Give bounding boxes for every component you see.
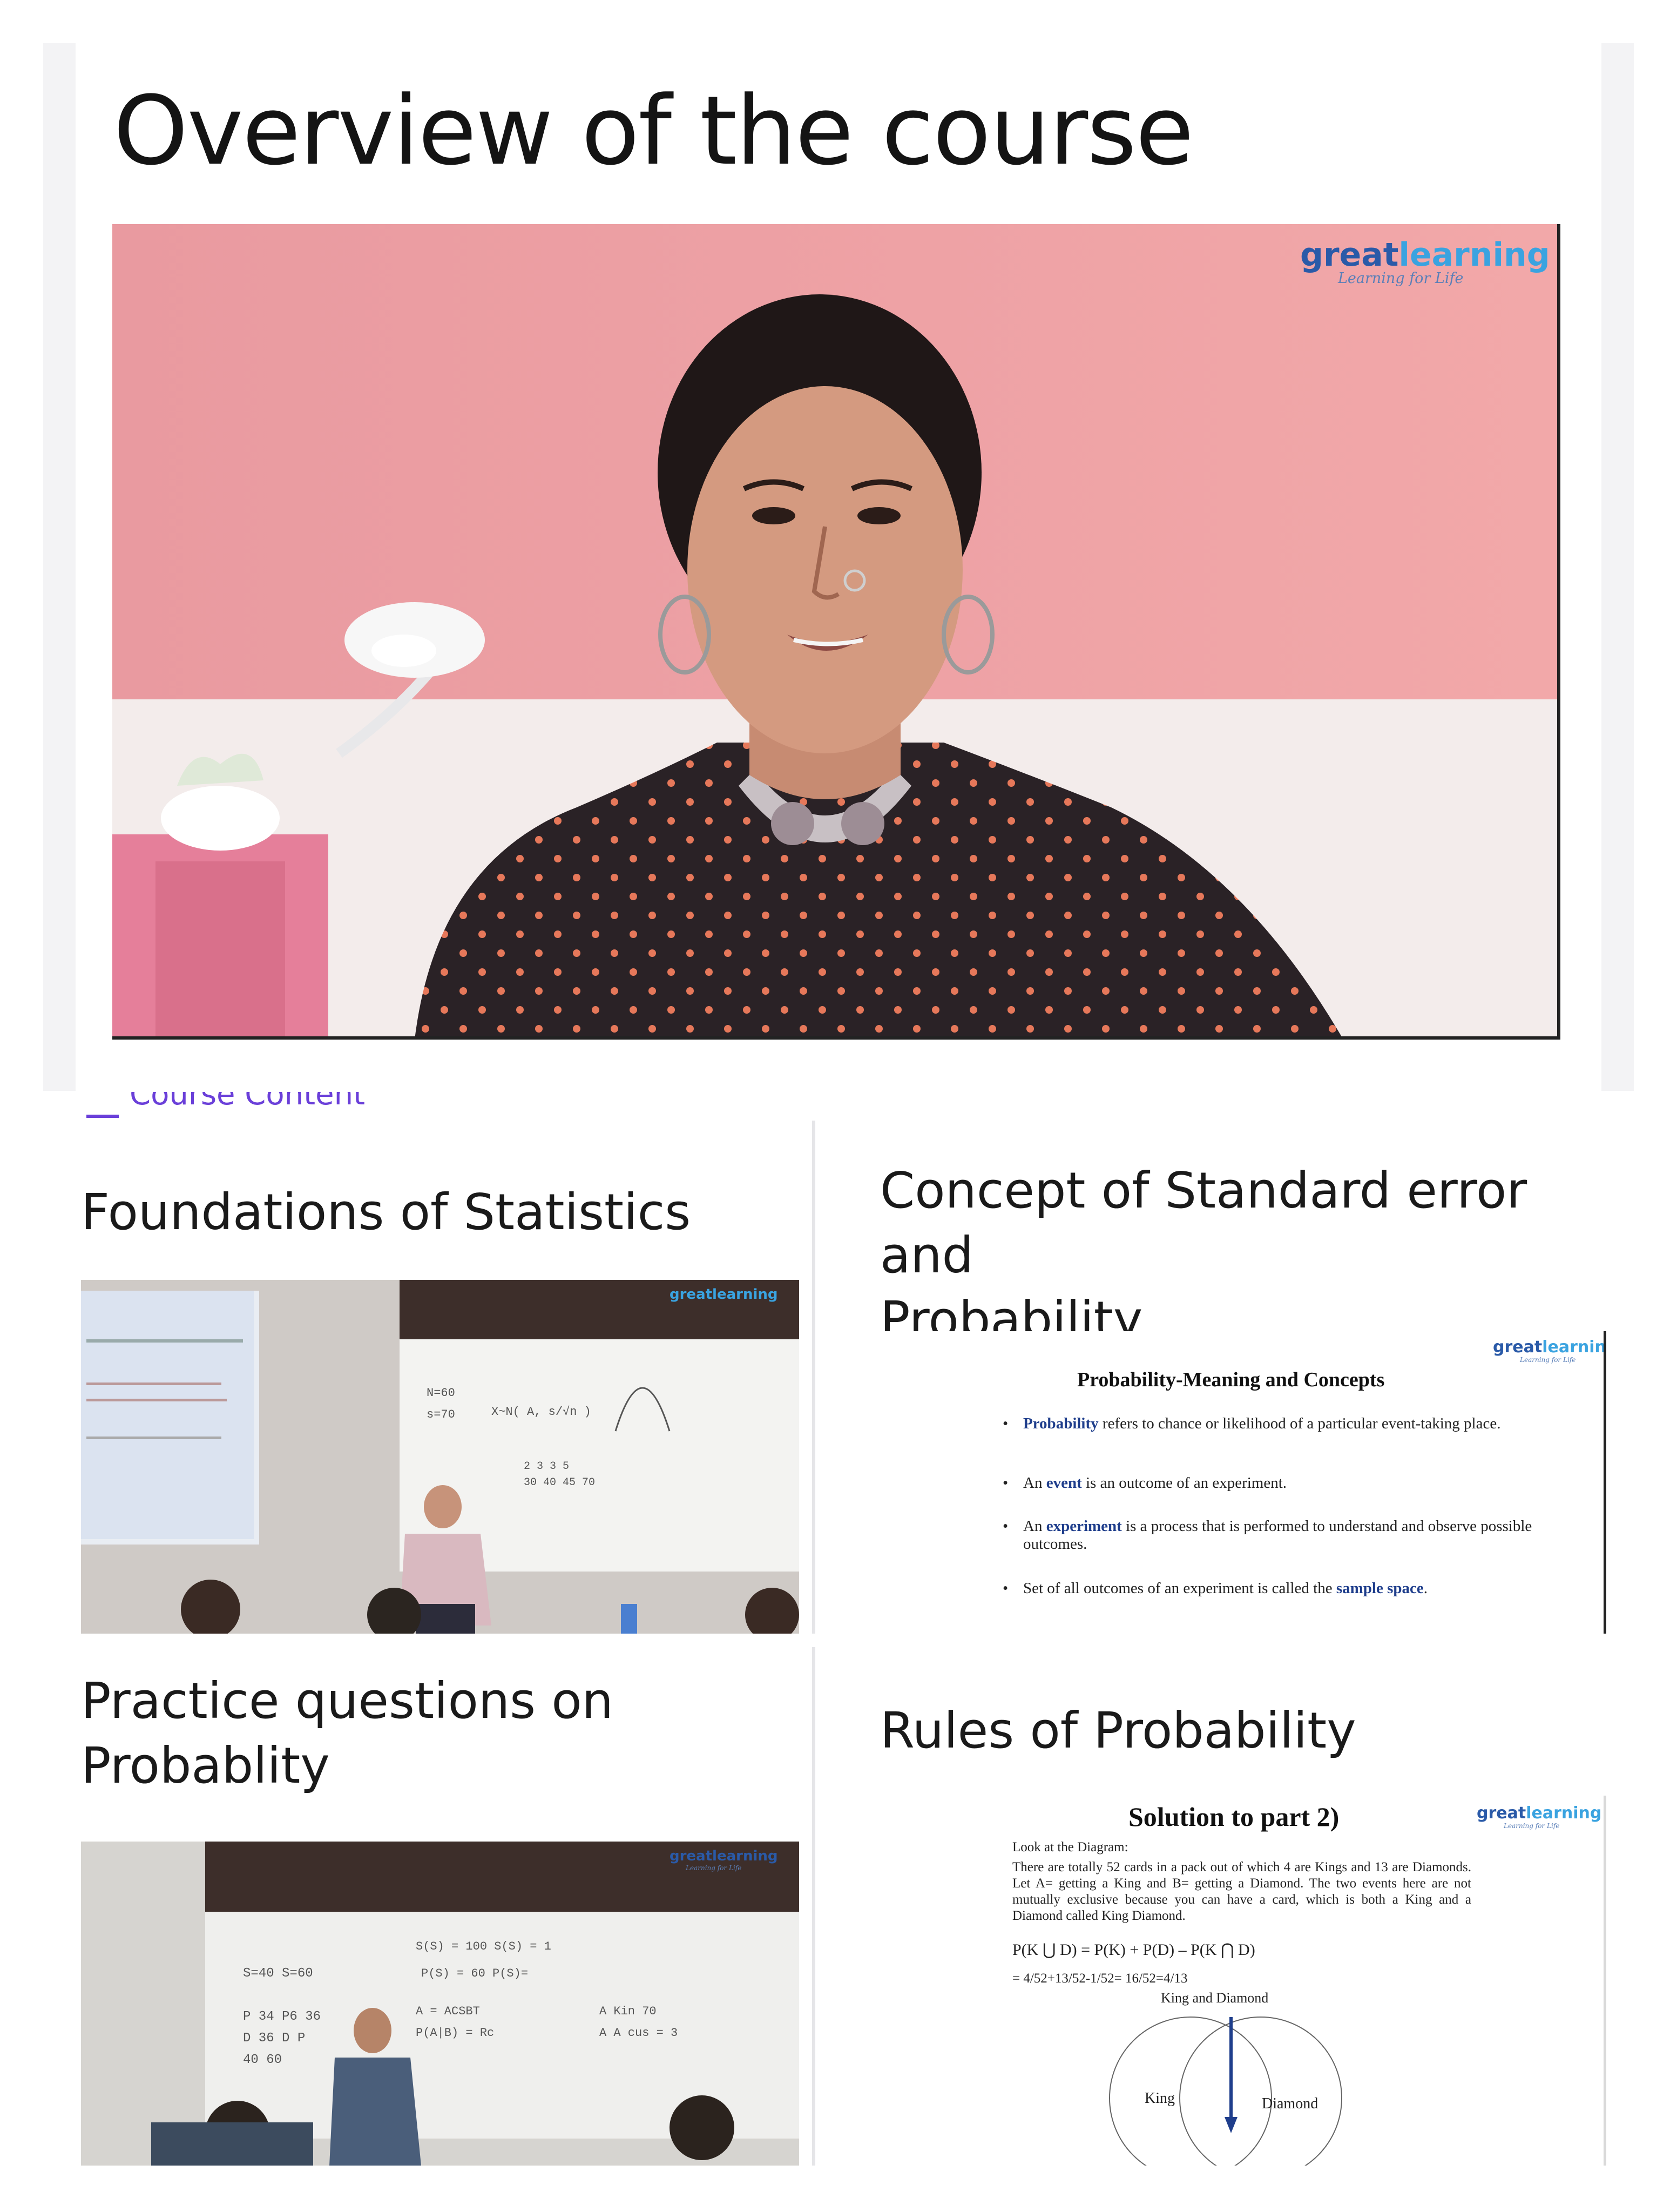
slide-brand-logo: greatlearning [1477, 1804, 1602, 1823]
thumb-brand-logo: greatlearning [670, 1286, 778, 1303]
greatlearning-logo: greatlearning [1300, 236, 1550, 274]
card-title: Rules of Probability [880, 1702, 1356, 1759]
featured-video-panel: Overview of the course greatlearning Lea… [43, 43, 1634, 1091]
svg-text:A = ACSBT: A = ACSBT [416, 2005, 480, 2018]
course-card-practice-questions[interactable]: Practice questions on Probablity S=40 S=… [59, 1647, 815, 2166]
slide-formula-result: = 4/52+13/52-1/52= 16/52=4/13 [1012, 1971, 1188, 1986]
slide-bullet: • Probability refers to chance or likelih… [1003, 1415, 1501, 1432]
card-title-line-1: Practice questions on [81, 1672, 613, 1730]
card-title: Foundations of Statistics [81, 1183, 691, 1241]
slide-heading: Solution to part 2) [1128, 1802, 1340, 1832]
slide-brand-tagline: Learning for Life [1504, 1822, 1560, 1830]
venn-label-diamond: Diamond [1262, 2095, 1318, 2112]
venn-caption: King and Diamond [1161, 1990, 1269, 2006]
page-title: Overview of the course [113, 76, 1194, 186]
slide-bullet: • Set of all outcomes of an experiment is… [1003, 1580, 1428, 1597]
presenter-frame [112, 224, 1557, 1036]
slide-formula: P(K ⋃ D) = P(K) + P(D) – P(K ⋂ D) [1012, 1941, 1255, 1959]
svg-text:P(S) = 60 P(S)=: P(S) = 60 P(S)= [421, 1967, 528, 1980]
svg-text:N=60: N=60 [427, 1386, 455, 1400]
svg-text:S=40 S=60: S=40 S=60 [243, 1966, 313, 1981]
logo-part-great: great [1300, 236, 1399, 274]
card-title: Concept of Standard error and Probabilit… [880, 1158, 1633, 1352]
slide-intro: Look at the Diagram: [1012, 1840, 1128, 1854]
card-title: Practice questions on Probablity [81, 1669, 613, 1798]
slide-bullet: • An experiment is a process that is perf… [1003, 1518, 1532, 1553]
logo-part-learning: learning [1398, 236, 1550, 274]
classroom-thumbnail: N=60 s=70 X~N( A, s/√n ) 2 3 3 5 30 40 4… [81, 1280, 799, 1634]
course-content-tab[interactable]: Course Content [81, 1092, 405, 1124]
slide-paragraph: There are totally 52 cards in a pack out… [1012, 1860, 1471, 1923]
venn-diagram [1109, 2017, 1342, 2166]
svg-text:P(A|B) = Rc: P(A|B) = Rc [416, 2026, 494, 2040]
svg-text:D 36 D P: D 36 D P [243, 2031, 305, 2046]
course-card-standard-error[interactable]: Concept of Standard error and Probabilit… [861, 1121, 1633, 1634]
card-thumbnail: N=60 s=70 X~N( A, s/√n ) 2 3 3 5 30 40 4… [81, 1280, 799, 1634]
video-player-hero[interactable]: greatlearning Learning for Life [112, 224, 1560, 1040]
thumb-brand-logo: greatlearning [670, 1848, 778, 1864]
card-thumbnail-slide: greatlearning Learning for Life Probabil… [883, 1331, 1606, 1634]
panel-edge-right [1601, 43, 1634, 1091]
logo-tagline: Learning for Life [1338, 270, 1464, 287]
course-card-rules-of-probability[interactable]: Rules of Probability greatlearning Learn… [861, 1647, 1633, 2166]
svg-text:S(S) = 100 S(S) = 1: S(S) = 100 S(S) = 1 [416, 1940, 551, 1953]
venn-label-king: King [1145, 2090, 1175, 2107]
svg-text:A Kin 70: A Kin 70 [599, 2005, 657, 2018]
card-thumbnail: S=40 S=60 P 34 P6 36 D 36 D P 40 60 S(S)… [81, 1842, 799, 2166]
classroom-thumbnail: S=40 S=60 P 34 P6 36 D 36 D P 40 60 S(S)… [81, 1842, 799, 2166]
card-title-line-1: Concept of Standard error and [880, 1162, 1527, 1284]
svg-text:A A cus = 3: A A cus = 3 [599, 2026, 678, 2040]
svg-text:X~N( A, s/√n ): X~N( A, s/√n ) [491, 1405, 591, 1419]
svg-text:P 34 P6 36: P 34 P6 36 [243, 2009, 321, 2024]
slide-bullet: • An event is an outcome of an experiment… [1003, 1474, 1287, 1492]
svg-text:s=70: s=70 [427, 1408, 455, 1421]
list-icon [86, 1115, 119, 1118]
slide-brand-logo: greatlearning [1493, 1338, 1606, 1357]
card-thumbnail-slide: greatlearning Learning for Life Solution… [883, 1796, 1606, 2166]
thumb-brand-tagline: Learning for Life [686, 1864, 742, 1872]
slide-brand-tagline: Learning for Life [1520, 1356, 1576, 1364]
svg-text:2 3 3 5: 2 3 3 5 [524, 1460, 569, 1473]
course-content-label: Course Content [130, 1092, 366, 1112]
svg-text:40 60: 40 60 [243, 2053, 282, 2067]
slide-heading: Probability-Meaning and Concepts [1077, 1368, 1385, 1391]
card-title-line-2: Probablity [81, 1736, 330, 1795]
course-card-foundations[interactable]: Foundations of Statistics N=60 s=70 X~N(… [59, 1121, 815, 1634]
svg-text:30 40 45 70: 30 40 45 70 [524, 1476, 595, 1489]
panel-edge-left [43, 43, 76, 1091]
